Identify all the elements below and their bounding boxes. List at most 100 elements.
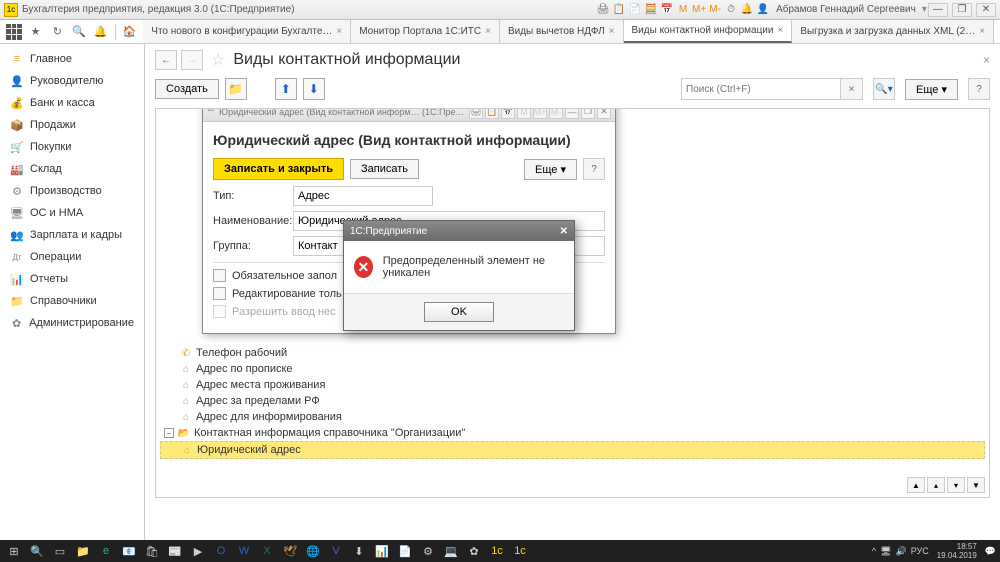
dialog-more-button[interactable]: Еще ▾ <box>524 159 577 180</box>
sidebar-item-production[interactable]: ⚙Производство <box>0 180 144 202</box>
taskbar-app[interactable]: W <box>234 542 254 560</box>
ok-button[interactable]: OK <box>424 302 494 322</box>
dialog-icon[interactable]: M+ <box>533 108 547 119</box>
titlebar-icon[interactable]: 🔔 <box>740 3 754 17</box>
titlebar-icon[interactable]: M <box>676 3 690 17</box>
help-button[interactable]: ? <box>968 78 990 100</box>
tab[interactable]: Выгрузка и загрузка данных XML (2…× <box>792 20 994 43</box>
titlebar-icon[interactable]: 🖨 <box>596 3 610 17</box>
minimize-button[interactable]: — <box>928 3 948 17</box>
titlebar-icon[interactable]: 📄 <box>628 3 642 17</box>
dialog-titlebar[interactable]: 1c Юридический адрес (Вид контактной инф… <box>203 108 615 122</box>
search-go-button[interactable]: 🔍▾ <box>873 78 895 100</box>
taskbar-app[interactable]: ⚙ <box>418 542 438 560</box>
sidebar-item-sales[interactable]: 📦Продажи <box>0 114 144 136</box>
tree-view[interactable]: ✆Телефон рабочий ⌂Адрес по прописке ⌂Адр… <box>155 108 990 498</box>
search-clear-button[interactable]: × <box>841 78 863 100</box>
close-button[interactable]: ✕ <box>976 3 996 17</box>
scroll-top-button[interactable]: ▲ <box>907 477 925 493</box>
dialog-help-button[interactable]: ? <box>583 158 605 180</box>
notifications-icon[interactable]: 💬 <box>985 546 996 557</box>
tab[interactable]: Монитор Портала 1С:ИТС× <box>351 20 500 43</box>
move-up-button[interactable]: ⬆ <box>275 78 297 100</box>
dialog-icon[interactable]: 📅 <box>501 108 515 119</box>
home-tab[interactable]: 🏠 <box>122 24 138 40</box>
titlebar-icon[interactable]: 🧮 <box>644 3 658 17</box>
dialog-icon[interactable]: M <box>517 108 531 119</box>
tree-folder[interactable]: −📂Контактная информация справочника "Орг… <box>160 425 985 441</box>
tray-icon[interactable]: 🖥 <box>880 546 891 557</box>
create-button[interactable]: Создать <box>155 79 219 99</box>
save-and-close-button[interactable]: Записать и закрыть <box>213 158 344 180</box>
taskbar-app[interactable]: e <box>96 542 116 560</box>
error-titlebar[interactable]: 1С:Предприятие ✕ <box>344 221 574 241</box>
tree-item-selected[interactable]: ⌂Юридический адрес <box>160 441 985 459</box>
tree-item[interactable]: ⌂Адрес за пределами РФ <box>160 393 985 409</box>
tray-volume-icon[interactable]: 🔊 <box>895 546 906 557</box>
sidebar-item-main[interactable]: ≡Главное <box>0 48 144 70</box>
tab-close-icon[interactable]: × <box>979 26 985 37</box>
taskbar-app[interactable]: 1c <box>510 542 530 560</box>
search-button[interactable]: 🔍 <box>27 542 47 560</box>
collapse-icon[interactable]: − <box>164 428 174 438</box>
taskbar-app[interactable]: 🌐 <box>303 542 323 560</box>
titlebar-icon[interactable]: 📋 <box>612 3 626 17</box>
user-avatar-icon[interactable]: 👤 <box>756 3 770 17</box>
tree-item[interactable]: ⌂Адрес места проживания <box>160 377 985 393</box>
tab-active[interactable]: Виды контактной информации× <box>624 20 793 43</box>
tab-close-icon[interactable]: × <box>777 25 783 36</box>
tab[interactable]: Что нового в конфигурации Бухгалте…× <box>143 20 351 43</box>
titlebar-icon[interactable]: M+ <box>692 3 706 17</box>
tab[interactable]: Виды вычетов НДФЛ× <box>500 20 624 43</box>
titlebar-icon[interactable]: M- <box>708 3 722 17</box>
taskbar-app[interactable]: 💻 <box>441 542 461 560</box>
sidebar-item-catalogs[interactable]: 📁Справочники <box>0 290 144 312</box>
tab-close-icon[interactable]: × <box>485 26 491 37</box>
sidebar-item-bank[interactable]: 💰Банк и касса <box>0 92 144 114</box>
required-checkbox[interactable] <box>213 269 226 282</box>
taskbar-app[interactable]: 📊 <box>372 542 392 560</box>
sidebar-item-warehouse[interactable]: 🏭Склад <box>0 158 144 180</box>
notify-icon[interactable]: 🔔 <box>93 24 109 40</box>
sidebar-item-reports[interactable]: 📊Отчеты <box>0 268 144 290</box>
sidebar-item-admin[interactable]: ✿Администрирование <box>0 312 144 334</box>
taskbar-app[interactable]: 🛍 <box>142 542 162 560</box>
taskbar-app[interactable]: 📰 <box>165 542 185 560</box>
create-folder-button[interactable]: 📁 <box>225 78 247 100</box>
search-icon[interactable]: 🔍 <box>71 24 87 40</box>
sidebar-item-operations[interactable]: ДтОперации <box>0 246 144 268</box>
taskbar-app[interactable]: 📄 <box>395 542 415 560</box>
favorite-icon[interactable]: ☆ <box>211 50 225 70</box>
taskbar-app[interactable]: 1c <box>487 542 507 560</box>
system-tray[interactable]: ^ 🖥 🔊 РУС 18:57 19.04.2019 💬 <box>872 542 996 560</box>
star-icon[interactable]: ★ <box>28 24 44 40</box>
tree-item[interactable]: ✆Телефон рабочий <box>160 345 985 361</box>
dialog-icon[interactable]: M- <box>549 108 563 119</box>
taskbar-app[interactable]: O <box>211 542 231 560</box>
search-input[interactable] <box>681 78 841 100</box>
scroll-down-button[interactable]: ▾ <box>947 477 965 493</box>
page-close-icon[interactable]: × <box>983 53 990 67</box>
nav-back-button[interactable]: ← <box>155 50 177 70</box>
current-user[interactable]: Абрамов Геннадий Сергеевич <box>776 4 916 15</box>
scroll-bottom-button[interactable]: ▼ <box>967 477 985 493</box>
taskbar-app[interactable]: V <box>326 542 346 560</box>
more-button[interactable]: Еще ▾ <box>905 79 958 100</box>
taskbar-app[interactable]: 📧 <box>119 542 139 560</box>
dialog-maximize-button[interactable]: ❐ <box>581 108 595 119</box>
taskbar-app[interactable]: ⬇ <box>349 542 369 560</box>
titlebar-icon[interactable]: 📅 <box>660 3 674 17</box>
edit-only-checkbox[interactable] <box>213 287 226 300</box>
taskview-button[interactable]: ▭ <box>50 542 70 560</box>
apps-menu-icon[interactable] <box>6 24 22 40</box>
maximize-button[interactable]: ❐ <box>952 3 972 17</box>
nav-forward-button[interactable]: → <box>181 50 203 70</box>
tray-chevron-icon[interactable]: ^ <box>872 546 876 556</box>
tab-close-icon[interactable]: × <box>336 26 342 37</box>
taskbar-app[interactable]: ✿ <box>464 542 484 560</box>
titlebar-icon[interactable]: ⏱ <box>724 3 738 17</box>
dialog-minimize-button[interactable]: — <box>565 108 579 119</box>
sidebar-item-hr[interactable]: 👥Зарплата и кадры <box>0 224 144 246</box>
taskbar-app[interactable]: ▶ <box>188 542 208 560</box>
move-down-button[interactable]: ⬇ <box>303 78 325 100</box>
